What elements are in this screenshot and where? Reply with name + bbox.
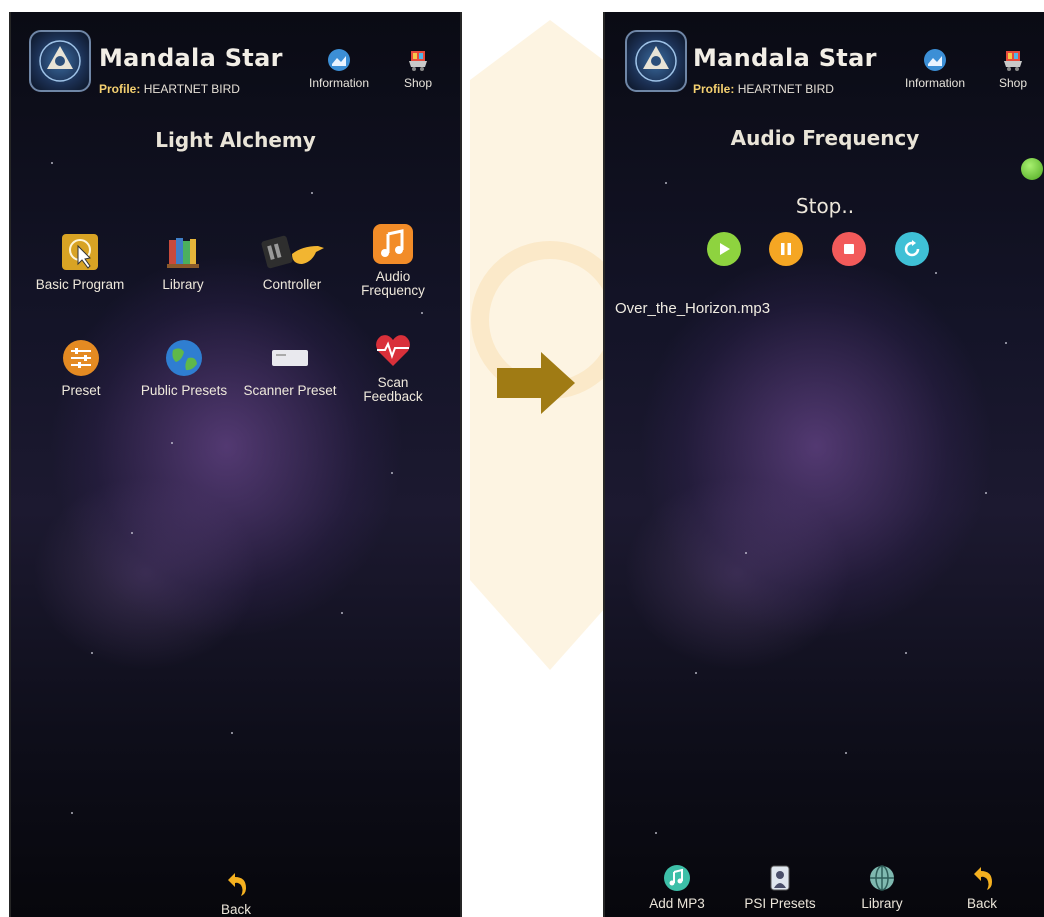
star bbox=[171, 442, 173, 444]
profile-label: Profile: bbox=[99, 82, 141, 96]
profile-line: Profile: HEARTNET BIRD bbox=[693, 82, 834, 96]
transition-arrow-icon bbox=[497, 352, 575, 414]
tile-label: Controller bbox=[262, 277, 322, 292]
shop-cart-icon bbox=[409, 51, 428, 71]
tile-label-line1: Scan bbox=[377, 375, 409, 390]
tile-label: Scanner Preset bbox=[243, 383, 337, 398]
star bbox=[91, 652, 93, 654]
shop-label: Shop bbox=[999, 76, 1028, 90]
tile-basic-program[interactable]: Basic Program bbox=[25, 232, 135, 292]
phone-screen-light-alchemy: Mandala Star Profile: HEARTNET BIRD Info… bbox=[9, 12, 462, 917]
app-logo[interactable] bbox=[625, 30, 687, 92]
play-icon bbox=[720, 243, 730, 255]
back-arrow-icon bbox=[974, 867, 992, 890]
back-label: Back bbox=[220, 902, 251, 917]
star bbox=[745, 552, 747, 554]
star bbox=[665, 182, 667, 184]
repeat-icon bbox=[904, 240, 920, 257]
phone-screen-audio-frequency: Mandala Star Profile: HEARTNET BIRD Info… bbox=[603, 12, 1044, 917]
information-label: Information bbox=[905, 76, 966, 90]
app-title: Mandala Star bbox=[693, 44, 877, 72]
screen-title: Audio Frequency bbox=[730, 126, 920, 150]
basic-program-icon bbox=[62, 234, 98, 270]
shop-label: Shop bbox=[404, 76, 433, 90]
add-mp3-icon bbox=[664, 865, 690, 891]
tile-label: Preset bbox=[61, 383, 101, 398]
library-button[interactable]: Library bbox=[847, 864, 917, 911]
star bbox=[391, 472, 393, 474]
profile-line: Profile: HEARTNET BIRD bbox=[99, 82, 240, 96]
tile-label: Library bbox=[162, 277, 204, 292]
tile-library[interactable]: Library bbox=[143, 232, 223, 292]
information-icon bbox=[328, 49, 351, 71]
tile-preset[interactable]: Preset bbox=[41, 338, 121, 398]
information-button[interactable]: Information bbox=[309, 48, 369, 90]
back-button[interactable]: Back bbox=[957, 864, 1007, 911]
back-button[interactable]: Back bbox=[211, 870, 261, 917]
scanner-device-icon bbox=[272, 350, 308, 366]
status-indicator bbox=[1021, 158, 1043, 180]
tile-scanner-preset[interactable]: Scanner Preset bbox=[235, 338, 345, 398]
add-mp3-label: Add MP3 bbox=[649, 896, 705, 911]
library-globe-icon bbox=[870, 865, 894, 891]
profile-name: HEARTNET BIRD bbox=[737, 82, 834, 96]
pause-icon bbox=[781, 243, 791, 255]
shop-button[interactable]: Shop bbox=[404, 48, 432, 90]
star bbox=[985, 492, 987, 494]
profile-name: HEARTNET BIRD bbox=[143, 82, 240, 96]
star bbox=[421, 312, 423, 314]
heart-scan-icon bbox=[376, 335, 410, 366]
star bbox=[845, 752, 847, 754]
star bbox=[311, 192, 313, 194]
shop-cart-icon bbox=[1004, 51, 1023, 71]
stop-button[interactable] bbox=[832, 232, 866, 266]
library-label: Library bbox=[861, 896, 903, 911]
audio-frequency-icon bbox=[373, 224, 413, 264]
star bbox=[71, 812, 73, 814]
star bbox=[935, 272, 937, 274]
screen-title: Light Alchemy bbox=[155, 128, 316, 152]
back-label: Back bbox=[966, 896, 997, 911]
repeat-button[interactable] bbox=[895, 232, 929, 266]
add-mp3-button[interactable]: Add MP3 bbox=[641, 864, 713, 911]
pause-button[interactable] bbox=[769, 232, 803, 266]
star bbox=[1005, 342, 1007, 344]
information-label: Information bbox=[309, 76, 370, 90]
information-icon bbox=[924, 49, 947, 71]
tile-label-line2: Frequency bbox=[361, 283, 425, 298]
controller-device-icon bbox=[261, 235, 324, 269]
playback-status: Stop.. bbox=[795, 194, 855, 218]
app-title: Mandala Star bbox=[99, 44, 283, 72]
app-logo[interactable] bbox=[29, 30, 91, 92]
tile-label: Public Presets bbox=[140, 383, 228, 398]
psi-presets-label: PSI Presets bbox=[744, 896, 816, 911]
globe-icon bbox=[166, 340, 202, 376]
psi-presets-icon bbox=[770, 865, 790, 891]
preset-sliders-icon bbox=[63, 340, 99, 376]
star bbox=[695, 672, 697, 674]
play-button[interactable] bbox=[707, 232, 741, 266]
stop-icon bbox=[844, 244, 854, 254]
tile-label-line1: Audio bbox=[375, 269, 411, 284]
tile-public-presets[interactable]: Public Presets bbox=[133, 338, 235, 398]
tile-audio-frequency[interactable]: Audio Frequency bbox=[353, 224, 433, 298]
information-button[interactable]: Information bbox=[905, 48, 965, 90]
tile-scan-feedback[interactable]: Scan Feedback bbox=[351, 330, 435, 404]
star bbox=[655, 832, 657, 834]
profile-label: Profile: bbox=[693, 82, 735, 96]
star bbox=[231, 732, 233, 734]
tile-label-line2: Feedback bbox=[363, 389, 423, 404]
shop-button[interactable]: Shop bbox=[999, 48, 1027, 90]
tile-controller[interactable]: Controller bbox=[247, 232, 337, 292]
star bbox=[51, 162, 53, 164]
star bbox=[341, 612, 343, 614]
psi-presets-button[interactable]: PSI Presets bbox=[737, 864, 823, 911]
back-arrow-icon bbox=[228, 873, 246, 896]
star bbox=[905, 652, 907, 654]
audio-file-item[interactable]: Over_the_Horizon.mp3 bbox=[615, 300, 770, 317]
library-books-icon bbox=[167, 238, 199, 268]
star bbox=[131, 532, 133, 534]
tile-label: Basic Program bbox=[35, 277, 125, 292]
